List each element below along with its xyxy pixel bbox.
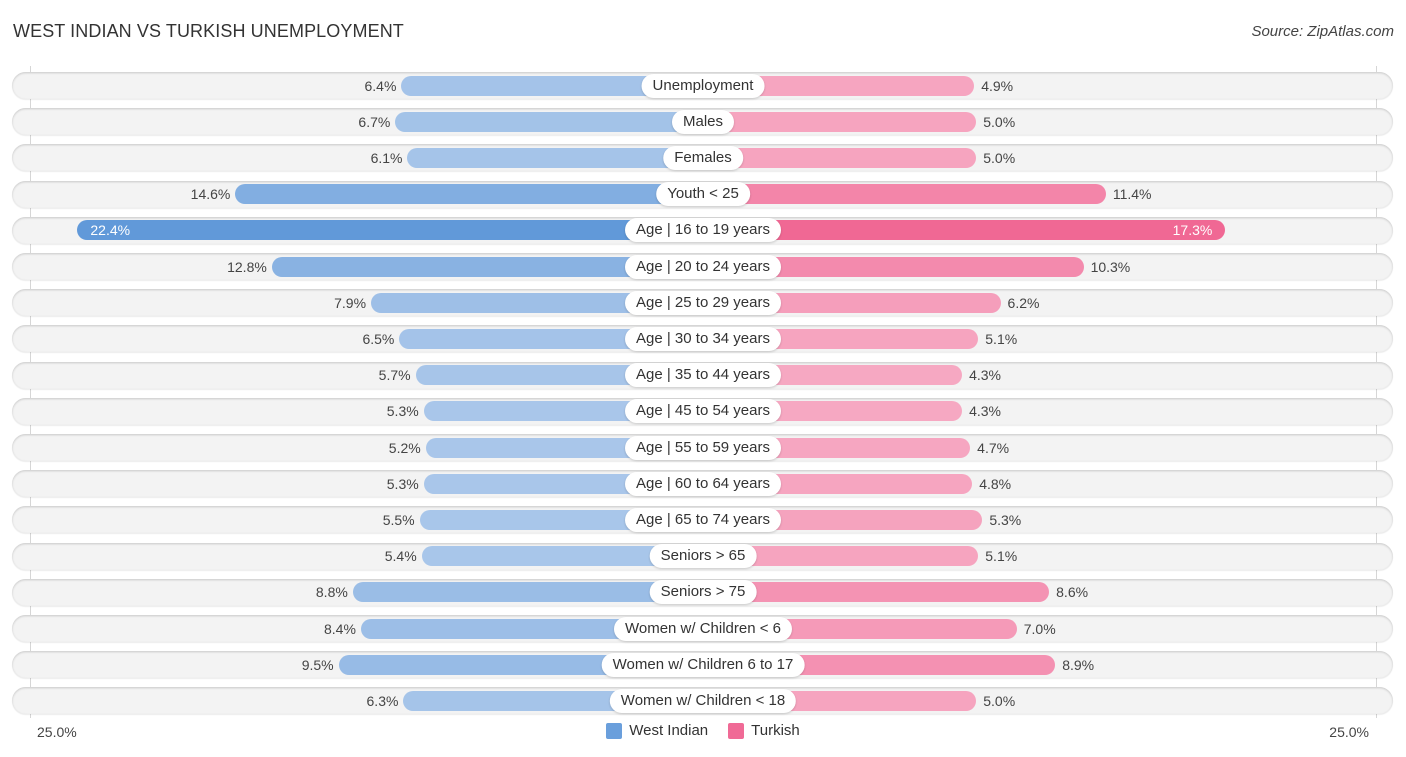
- category-label: Age | 20 to 24 years: [625, 254, 781, 279]
- diverging-bar-chart: 6.4% 4.9% Unemployment 6.7% 5.0% Males 6.1% 5.0…: [0, 0, 1406, 757]
- value-label-turkish: 5.1%: [985, 330, 1018, 347]
- bar-turkish[interactable]: [703, 220, 1226, 241]
- value-label-turkish: 8.6%: [1056, 584, 1089, 601]
- legend: West Indian Turkish: [0, 722, 1406, 739]
- category-label: Women w/ Children < 6: [613, 616, 793, 641]
- value-label-turkish: 4.3%: [969, 403, 1001, 420]
- category-label: Age | 16 to 19 years: [625, 218, 781, 243]
- value-label-turkish: 5.1%: [985, 548, 1018, 565]
- bar-turkish[interactable]: [703, 184, 1106, 205]
- value-label-west-indian: 8.4%: [323, 620, 356, 637]
- bar-west-indian[interactable]: [77, 220, 703, 241]
- category-label: Age | 35 to 44 years: [625, 363, 781, 388]
- bar-turkish[interactable]: [703, 111, 977, 132]
- legend-item-west-indian[interactable]: West Indian: [606, 722, 708, 739]
- value-label-west-indian: 5.5%: [382, 511, 415, 528]
- value-label-turkish: 8.9%: [1062, 656, 1095, 673]
- value-label-west-indian: 5.2%: [388, 439, 421, 456]
- category-label: Age | 30 to 34 years: [625, 326, 781, 351]
- category-label: Youth < 25: [656, 182, 750, 207]
- legend-item-turkish[interactable]: Turkish: [728, 722, 800, 739]
- value-label-turkish: 4.3%: [969, 367, 1001, 384]
- value-label-west-indian: 6.5%: [362, 330, 395, 347]
- bar-west-indian[interactable]: [407, 147, 703, 168]
- category-label: Males: [671, 109, 735, 134]
- value-label-turkish: 5.0%: [983, 149, 1016, 166]
- legend-label-turkish: Turkish: [751, 722, 800, 739]
- value-label-west-indian: 5.3%: [386, 403, 419, 420]
- value-label-turkish: 11.4%: [1112, 186, 1152, 203]
- value-label-west-indian: 6.3%: [366, 692, 399, 709]
- value-label-west-indian: 6.4%: [364, 77, 397, 94]
- value-label-turkish: 4.8%: [979, 475, 1012, 492]
- value-label-turkish: 5.0%: [983, 692, 1016, 709]
- legend-label-west-indian: West Indian: [629, 722, 709, 739]
- value-label-west-indian: 7.9%: [334, 294, 367, 311]
- value-label-west-indian: 9.5%: [301, 656, 334, 673]
- value-label-west-indian: 14.6%: [190, 186, 231, 203]
- category-label: Women w/ Children 6 to 17: [601, 652, 805, 677]
- value-label-west-indian: 5.7%: [378, 367, 411, 384]
- category-label: Unemployment: [641, 73, 765, 98]
- category-label: Seniors > 75: [649, 580, 757, 605]
- bar-west-indian[interactable]: [235, 184, 703, 205]
- value-label-west-indian: 12.8%: [227, 258, 267, 275]
- category-label: Age | 45 to 54 years: [625, 399, 781, 424]
- category-label: Age | 55 to 59 years: [625, 435, 781, 460]
- category-label: Seniors > 65: [649, 544, 757, 569]
- value-label-turkish: 17.3%: [1172, 222, 1213, 239]
- category-label: Females: [663, 145, 743, 170]
- value-label-turkish: 5.0%: [983, 113, 1016, 130]
- legend-swatch-west-indian: [606, 722, 623, 739]
- legend-swatch-turkish: [728, 722, 745, 739]
- value-label-west-indian: 8.8%: [315, 584, 348, 601]
- value-label-turkish: 7.0%: [1023, 620, 1056, 637]
- bar-west-indian[interactable]: [395, 111, 703, 132]
- bar-turkish[interactable]: [703, 147, 977, 168]
- value-label-west-indian: 5.3%: [386, 475, 419, 492]
- value-label-west-indian: 6.7%: [358, 113, 391, 130]
- value-label-west-indian: 22.4%: [90, 222, 131, 239]
- value-label-turkish: 4.9%: [981, 77, 1014, 94]
- value-label-turkish: 5.3%: [989, 511, 1022, 528]
- category-label: Women w/ Children < 18: [609, 688, 797, 713]
- value-label-west-indian: 5.4%: [384, 548, 417, 565]
- value-label-turkish: 6.2%: [1007, 294, 1040, 311]
- value-label-west-indian: 6.1%: [370, 149, 403, 166]
- value-label-turkish: 10.3%: [1090, 258, 1131, 275]
- category-label: Age | 60 to 64 years: [625, 471, 781, 496]
- category-label: Age | 25 to 29 years: [625, 290, 781, 315]
- category-label: Age | 65 to 74 years: [625, 507, 781, 532]
- value-label-turkish: 4.7%: [977, 439, 1010, 456]
